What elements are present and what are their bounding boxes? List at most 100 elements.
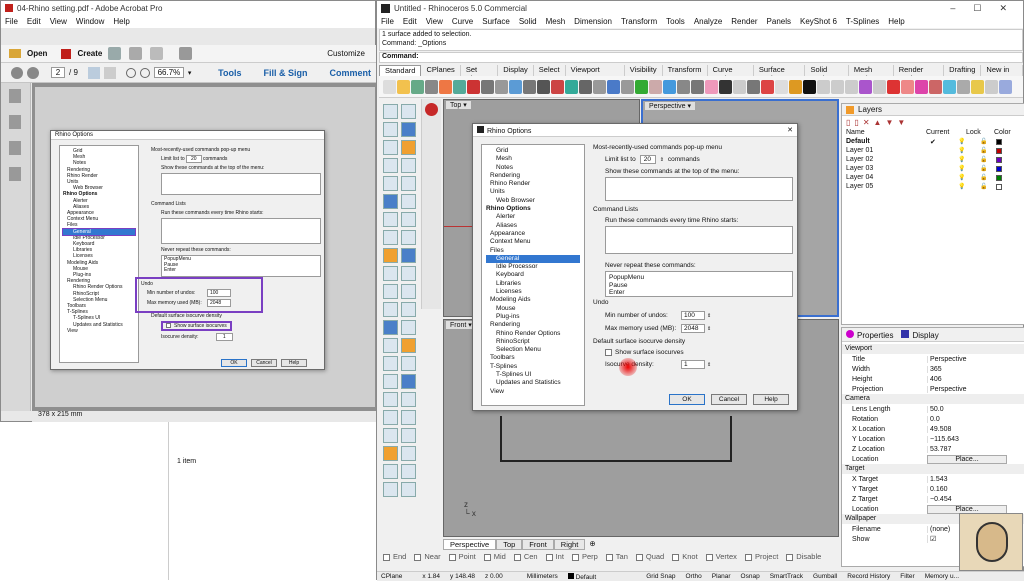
- grid-snap-toggle[interactable]: Grid Snap: [646, 573, 675, 580]
- menu-item[interactable]: View: [426, 17, 443, 26]
- property-value[interactable]: 53.787: [927, 445, 1024, 453]
- customize-button[interactable]: Customize: [327, 49, 365, 58]
- layer-color-swatch[interactable]: [996, 174, 1002, 181]
- tools-link[interactable]: Tools: [218, 68, 241, 78]
- toolbar-icon[interactable]: [971, 79, 984, 94]
- new-layer-icon[interactable]: ▯: [846, 118, 850, 127]
- tool-icon[interactable]: [400, 157, 416, 173]
- isocurve-density-spinner-icon[interactable]: ⇕: [707, 362, 711, 368]
- property-value[interactable]: Perspective: [927, 355, 1024, 363]
- tool-icon[interactable]: [382, 409, 398, 425]
- osnap-checkbox[interactable]: [744, 553, 752, 561]
- tool-icon[interactable]: [382, 139, 398, 155]
- layer-row[interactable]: Layer 04 💡 🔓: [842, 173, 1024, 182]
- tool-icon[interactable]: [400, 301, 416, 317]
- toolbar-icon[interactable]: [551, 79, 564, 94]
- properties-tab[interactable]: Properties: [846, 329, 893, 340]
- toolbar-tab[interactable]: Curve Tools: [708, 65, 754, 83]
- toolbar-icon[interactable]: [761, 79, 774, 94]
- osnap-mid[interactable]: Mid: [483, 552, 506, 563]
- cancel-button[interactable]: Cancel: [711, 394, 747, 405]
- property-value[interactable]: 406: [927, 375, 1024, 383]
- osnap-tan[interactable]: Tan: [605, 552, 628, 563]
- tool-icon[interactable]: [382, 373, 398, 389]
- property-value[interactable]: −115.643: [927, 435, 1024, 443]
- min-undos-spinner-icon[interactable]: ⇕: [707, 313, 711, 319]
- layer-current-indicator[interactable]: ✔: [930, 138, 958, 146]
- property-value[interactable]: 49.508: [927, 425, 1024, 433]
- osnap-point[interactable]: Point: [448, 552, 476, 563]
- toolbar-tab[interactable]: CPlanes: [421, 65, 461, 76]
- tool-icon[interactable]: [400, 139, 416, 155]
- osnap-disable[interactable]: Disable: [786, 552, 821, 563]
- options-tree-item[interactable]: Alerter: [486, 213, 580, 221]
- menu-item[interactable]: T-Splines: [846, 17, 879, 26]
- menu-item[interactable]: Window: [76, 17, 104, 26]
- cplane-status[interactable]: CPlane: [381, 573, 402, 580]
- menu-item[interactable]: Curve: [452, 17, 473, 26]
- options-tree-item[interactable]: Aliases: [486, 222, 580, 230]
- toolbar-icon[interactable]: [495, 79, 508, 94]
- zoom-input[interactable]: 66.7%: [153, 67, 184, 78]
- tool-icon[interactable]: [382, 427, 398, 443]
- menu-item[interactable]: Render: [731, 17, 757, 26]
- toolbar-icon[interactable]: [411, 79, 424, 94]
- hand-tool-icon[interactable]: [103, 66, 116, 79]
- toolbar-icon[interactable]: [481, 79, 494, 94]
- options-tree-item[interactable]: Rhino Render: [486, 180, 580, 188]
- layer-row[interactable]: Layer 05 💡 🔓: [842, 182, 1024, 191]
- property-value[interactable]: 365: [927, 365, 1024, 373]
- options-tree-item[interactable]: Mesh: [486, 155, 580, 163]
- property-value[interactable]: 0.160: [927, 485, 1024, 493]
- toolbar-icon[interactable]: [635, 79, 648, 94]
- tool-icon[interactable]: [382, 121, 398, 137]
- options-tree-item[interactable]: Rendering: [486, 321, 580, 329]
- tool-icon[interactable]: [382, 103, 398, 119]
- toolbar-icon[interactable]: [957, 79, 970, 94]
- lock-icon[interactable]: 🔓: [972, 174, 996, 181]
- never-repeat-item[interactable]: Enter: [164, 267, 318, 274]
- osnap-checkbox[interactable]: [414, 553, 422, 561]
- toolbar-icon[interactable]: [915, 79, 928, 94]
- options-tree-item[interactable]: Rhino Render Options: [486, 330, 580, 338]
- osnap-checkbox[interactable]: [571, 553, 579, 561]
- tool-icon[interactable]: [382, 157, 398, 173]
- show-isocurves-checkbox[interactable]: [605, 349, 612, 356]
- osnap-checkbox[interactable]: [635, 553, 643, 561]
- lightbulb-icon[interactable]: 💡: [958, 138, 972, 145]
- toolbar-icon[interactable]: [845, 79, 858, 94]
- options-tree-item[interactable]: Mouse: [486, 305, 580, 313]
- toolbar-icon[interactable]: [943, 79, 956, 94]
- toolbar-icon[interactable]: [705, 79, 718, 94]
- viewport-tab[interactable]: Front: [522, 539, 554, 550]
- toolbar-icon[interactable]: [397, 79, 410, 94]
- add-viewport-icon[interactable]: ⊕: [585, 539, 599, 550]
- toolbar-icon[interactable]: [887, 79, 900, 94]
- toolbar-tab[interactable]: New in V5: [981, 65, 1024, 83]
- osnap-int[interactable]: Int: [545, 552, 564, 563]
- tool-icon[interactable]: [382, 265, 398, 281]
- units-status[interactable]: Millimeters: [527, 573, 558, 580]
- toolbar-icon[interactable]: [873, 79, 886, 94]
- tool-icon[interactable]: [400, 373, 416, 389]
- property-value[interactable]: 0.0: [927, 415, 1024, 423]
- create-button[interactable]: Create: [77, 49, 102, 58]
- tool-icon[interactable]: [382, 481, 398, 497]
- osnap-project[interactable]: Project: [744, 552, 778, 563]
- menu-item[interactable]: Surface: [482, 17, 510, 26]
- pdf-ok-button[interactable]: OK: [221, 359, 247, 367]
- folder-icon[interactable]: [9, 49, 21, 58]
- osnap-checkbox[interactable]: [786, 553, 794, 561]
- run-commands-box[interactable]: [605, 226, 793, 254]
- never-repeat-box[interactable]: PopupMenu Pause Enter: [605, 271, 793, 297]
- osnap-checkbox[interactable]: [605, 553, 613, 561]
- menu-item[interactable]: Help: [113, 17, 129, 26]
- zoom-dropdown-icon[interactable]: ▾: [188, 69, 192, 77]
- menu-item[interactable]: Edit: [403, 17, 417, 26]
- tool-icon[interactable]: [400, 319, 416, 335]
- toolbar-tab[interactable]: Surface Tools: [754, 65, 806, 83]
- options-tree-item[interactable]: Plug-ins: [486, 313, 580, 321]
- toolbar-icon[interactable]: [999, 79, 1012, 94]
- page-number-input[interactable]: 2: [51, 67, 65, 78]
- tool-icon[interactable]: [400, 409, 416, 425]
